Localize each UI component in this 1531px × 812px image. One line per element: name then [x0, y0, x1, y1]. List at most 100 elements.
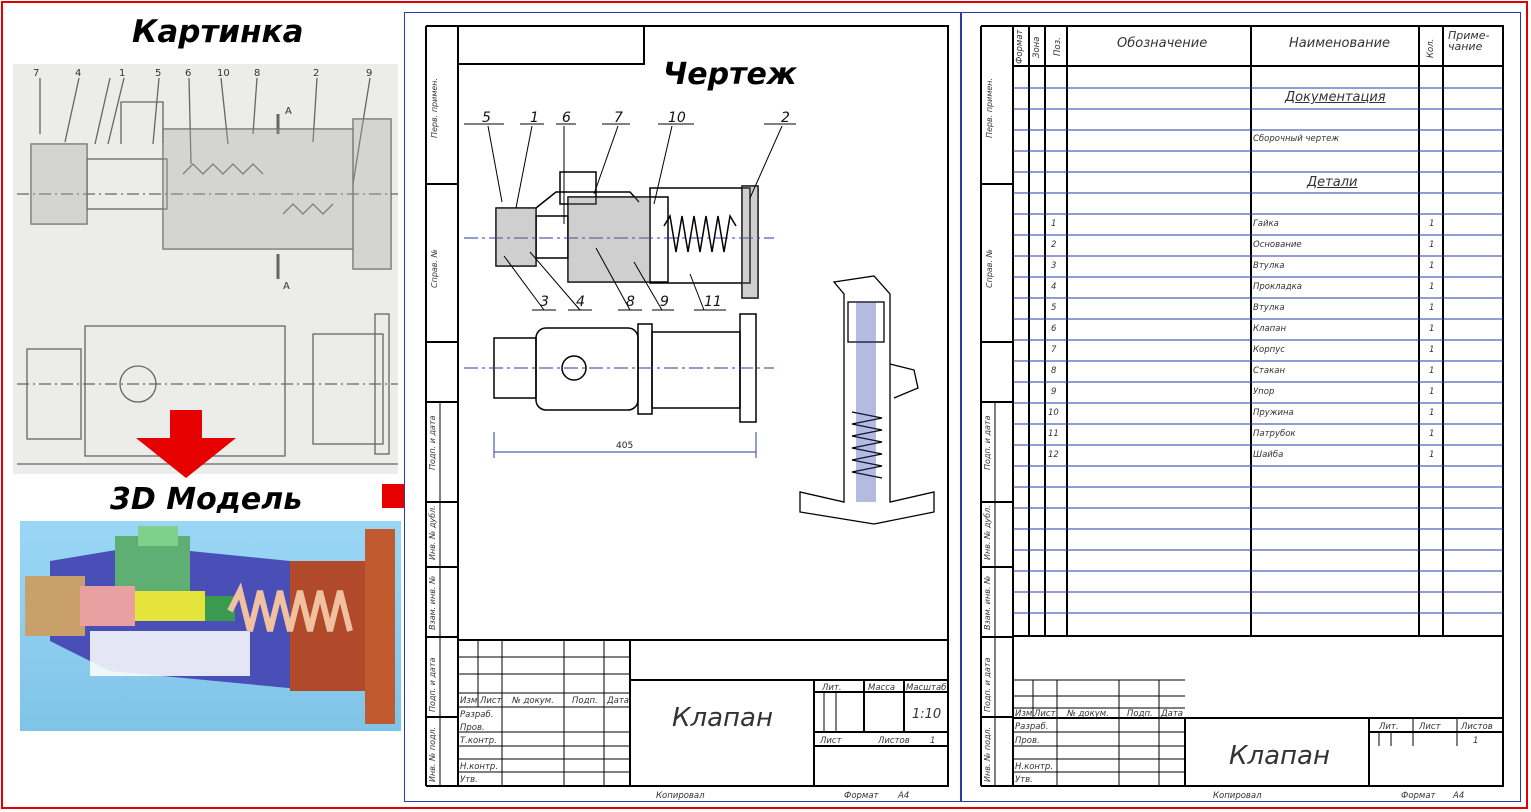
tb-listov: Листов — [877, 736, 910, 746]
tb-role: Н.контр. — [460, 762, 498, 772]
side-label: Перв. примен. — [985, 77, 994, 138]
drawing-callout: 3 — [540, 294, 549, 310]
photo-callout: 5 — [155, 68, 161, 79]
drawing-callout: 6 — [562, 110, 571, 126]
side-label: Подп. и дата — [428, 415, 437, 471]
drawing-callout: 5 — [482, 110, 491, 126]
spec-item-name: Стакан — [1253, 366, 1285, 376]
spec-grid: Изм Лист № докум. Подп. Дата Разраб. Про… — [980, 25, 1504, 801]
drawing-callout: 10 — [668, 110, 686, 126]
tb-header: Подп. — [1127, 709, 1153, 719]
spec-item-name: Патрубок — [1253, 429, 1296, 439]
tb-role: Разраб. — [460, 710, 493, 720]
tb-role: Т.контр. — [460, 736, 497, 746]
drawing-callout: 1 — [530, 110, 539, 126]
spec-header-naim: Наименование — [1289, 36, 1391, 51]
spec-item-poz: 12 — [1048, 450, 1059, 460]
tb-kopiroval: Копировал — [1213, 791, 1262, 801]
spec-item-name: Втулка — [1253, 261, 1285, 271]
side-label: Справ. № — [985, 249, 994, 288]
tb-header: Лист — [479, 696, 503, 706]
drawing-callout: 8 — [626, 294, 635, 310]
tb-masshtab: Масштаб — [906, 683, 946, 693]
side-label: Подп. и дата — [983, 415, 992, 471]
tb-header: № докум. — [1066, 709, 1109, 719]
spec-item-name: Прокладка — [1253, 282, 1302, 292]
tb-scale-value: 1:10 — [912, 707, 941, 722]
drawing-callout: 4 — [576, 294, 585, 310]
drawing-callout: 2 — [781, 110, 790, 126]
photo-section-mark: A — [285, 106, 292, 117]
tb-format-value: A4 — [897, 791, 909, 801]
spec-item-qty: 1 — [1429, 261, 1435, 271]
spec-item-qty: 1 — [1429, 324, 1435, 334]
tb-header: Подп. — [572, 696, 598, 706]
spec-header-format: Формат — [1015, 29, 1025, 65]
spec-item-qty: 1 — [1429, 345, 1435, 355]
tb-part-name: Клапан — [672, 703, 773, 733]
spec-item-qty: 1 — [1429, 303, 1435, 313]
side-label: Перв. примен. — [430, 77, 439, 138]
spec-item-poz: 10 — [1048, 408, 1059, 418]
side-label: Взам. инв. № — [428, 575, 437, 630]
side-label: Взам. инв. № — [983, 575, 992, 630]
tb-listov: Листов — [1460, 722, 1493, 732]
tb-role: Пров. — [1015, 736, 1040, 746]
photo-callout: 10 — [217, 68, 230, 79]
tb-kopiroval: Копировал — [656, 791, 705, 801]
tb-list: Лист — [819, 736, 843, 746]
side-label: Подп. и дата — [428, 657, 437, 713]
tb-role: Пров. — [460, 723, 485, 733]
photo-callout: 9 — [366, 68, 372, 79]
spec-item-qty: 1 — [1429, 219, 1435, 229]
tb-format: Формат — [844, 791, 880, 801]
tb-list: Лист — [1418, 722, 1442, 732]
side-label: Инв. № дубл. — [428, 505, 437, 560]
side-label: Инв. № дубл. — [983, 505, 992, 560]
spec-item-poz: 5 — [1051, 303, 1057, 313]
spec-item-poz: 7 — [1051, 345, 1057, 355]
spec-item-qty: 1 — [1429, 387, 1435, 397]
photo-section-mark: A — [283, 281, 290, 292]
spec-item-poz: 2 — [1051, 240, 1057, 250]
drawing-frame: 5 1 6 7 10 2 3 4 8 9 11 405 Изм Лист № д… — [425, 25, 949, 801]
side-label: Справ. № — [430, 249, 439, 288]
tb-listov-value: 1 — [930, 736, 935, 746]
side-label: Инв. № подл. — [983, 726, 992, 782]
down-arrow-icon — [136, 410, 236, 478]
spec-header-prim: Приме-чание — [1448, 29, 1490, 53]
dimension-label: 405 — [616, 441, 633, 451]
model-3d-image — [20, 521, 401, 731]
spec-item-qty: 1 — [1429, 282, 1435, 292]
tb-format: Формат — [1401, 791, 1437, 801]
tb-listov-value: 1 — [1473, 736, 1478, 746]
tb-header: Лист — [1033, 709, 1057, 719]
spec-item-qty: 1 — [1429, 240, 1435, 250]
photo-callout: 7 — [33, 68, 39, 79]
spec-header-oboz: Обозначение — [1117, 36, 1208, 51]
side-label: Инв. № подл. — [428, 726, 437, 782]
spec-item-poz: 11 — [1048, 429, 1059, 439]
spec-item-poz: 4 — [1051, 282, 1057, 292]
spec-item-qty: 1 — [1429, 408, 1435, 418]
spec-item-qty: 1 — [1429, 366, 1435, 376]
tb-lit: Лит. — [821, 683, 842, 693]
tb-role: Н.контр. — [1015, 762, 1053, 772]
spec-header-poz: Поз. — [1053, 37, 1063, 56]
spec-item-qty: 1 — [1429, 429, 1435, 439]
spec-item-poz: 1 — [1051, 219, 1057, 229]
tb-header: Изм — [1015, 709, 1033, 719]
spec-item-name: Гайка — [1253, 219, 1279, 229]
drawing-callout: 9 — [660, 294, 669, 310]
spec-item-name: Шайба — [1253, 450, 1284, 460]
photo-callout: 2 — [313, 68, 319, 79]
spec-header-kol: Кол. — [1426, 38, 1436, 58]
spec-item-name: Упор — [1253, 387, 1275, 397]
tb-massa: Масса — [868, 683, 895, 693]
spec-item-name: Основание — [1253, 240, 1302, 250]
tb-header: Изм — [460, 696, 478, 706]
spec-item-name: Пружина — [1253, 408, 1294, 418]
photo-callout: 4 — [75, 68, 81, 79]
spec-header-zona: Зона — [1032, 36, 1042, 58]
photo-callout: 6 — [185, 68, 191, 79]
